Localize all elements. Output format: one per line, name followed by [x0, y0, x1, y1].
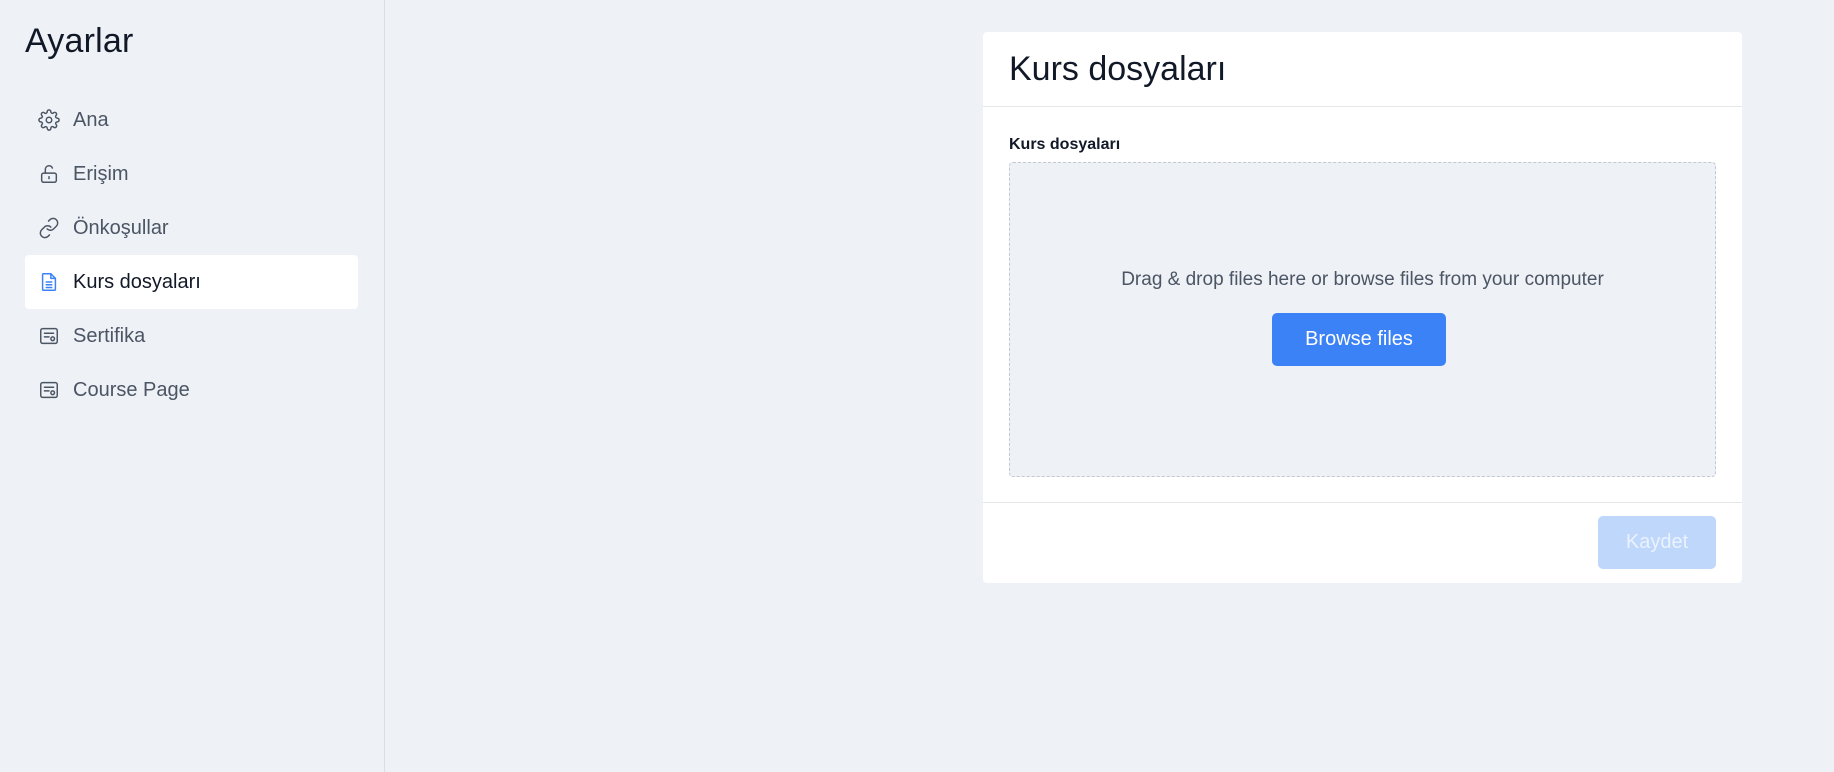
card-footer: Kaydet — [983, 503, 1742, 583]
certificate-icon — [37, 378, 61, 402]
sidebar-item-ana[interactable]: Ana — [25, 93, 358, 147]
sidebar-nav: Ana Erişim Önkoşullar Kurs dosyaları Ser… — [25, 93, 358, 417]
certificate-icon — [37, 324, 61, 348]
sidebar-item-label: Sertifika — [73, 324, 146, 347]
gear-icon — [37, 108, 61, 132]
file-dropzone[interactable]: Drag & drop files here or browse files f… — [1009, 162, 1716, 477]
sidebar-item-kurs-dosyalari[interactable]: Kurs dosyaları — [25, 255, 358, 309]
sidebar-item-onkosullar[interactable]: Önkoşullar — [25, 201, 358, 255]
unlock-icon — [37, 162, 61, 186]
sidebar-item-course-page[interactable]: Course Page — [25, 363, 358, 417]
sidebar-item-label: Course Page — [73, 378, 190, 401]
sidebar-item-label: Ana — [73, 108, 109, 131]
browse-files-button[interactable]: Browse files — [1272, 313, 1446, 366]
document-icon — [37, 270, 61, 294]
card-header: Kurs dosyaları — [983, 32, 1742, 107]
sidebar-item-erisim[interactable]: Erişim — [25, 147, 358, 201]
page-title: Kurs dosyaları — [1009, 49, 1227, 88]
card-body: Kurs dosyaları Drag & drop files here or… — [983, 107, 1742, 503]
link-icon — [37, 216, 61, 240]
app: Ayarlar Ana Erişim Önkoşullar Kurs dosya… — [0, 0, 1834, 772]
sidebar-item-label: Önkoşullar — [73, 216, 169, 239]
field-label: Kurs dosyaları — [1009, 136, 1121, 153]
sidebar: Ayarlar Ana Erişim Önkoşullar Kurs dosya… — [0, 0, 385, 772]
sidebar-item-label: Kurs dosyaları — [73, 270, 201, 293]
save-button[interactable]: Kaydet — [1598, 516, 1716, 569]
course-files-card: Kurs dosyaları Kurs dosyaları Drag & dro… — [983, 32, 1742, 583]
sidebar-item-sertifika[interactable]: Sertifika — [25, 309, 358, 363]
sidebar-title: Ayarlar — [25, 22, 134, 60]
sidebar-item-label: Erişim — [73, 162, 129, 185]
dropzone-text: Drag & drop files here or browse files f… — [1121, 269, 1604, 290]
